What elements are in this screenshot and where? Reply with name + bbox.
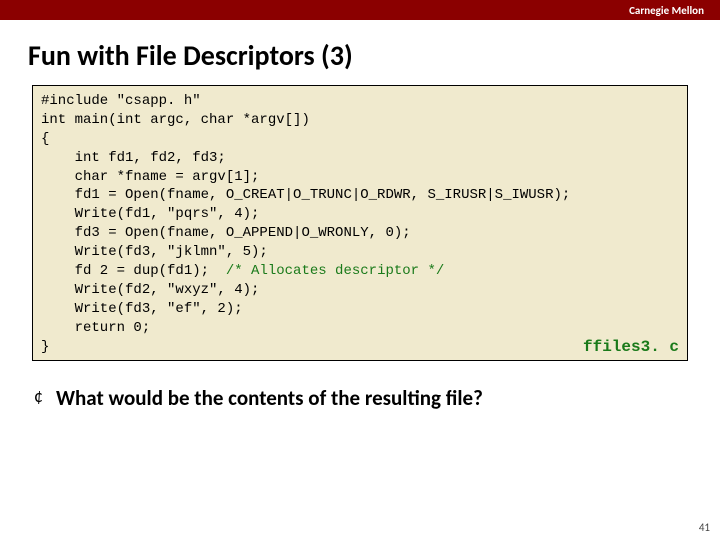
bullet-list: ¢ What would be the contents of the resu… — [0, 361, 720, 411]
bullet-text: What would be the contents of the result… — [56, 385, 483, 411]
top-bar: Carnegie Mellon — [0, 0, 720, 20]
code-pre2: Write(fd2, "wxyz", 4); Write(fd3, "ef", … — [41, 282, 259, 355]
page-number: 41 — [699, 521, 710, 534]
code-content: #include "csapp. h" int main(int argc, c… — [41, 92, 679, 356]
slide: Carnegie Mellon Fun with File Descriptor… — [0, 0, 720, 540]
code-pre1: #include "csapp. h" int main(int argc, c… — [41, 93, 570, 279]
org-name: Carnegie Mellon — [629, 4, 704, 17]
bullet-item: ¢ What would be the contents of the resu… — [34, 385, 686, 411]
code-filestamp: ffiles3. c — [583, 338, 679, 356]
code-comment: /* Allocates descriptor */ — [226, 263, 444, 279]
bullet-marker: ¢ — [34, 385, 56, 408]
slide-title: Fun with File Descriptors (3) — [0, 20, 720, 85]
code-box: #include "csapp. h" int main(int argc, c… — [32, 85, 688, 361]
